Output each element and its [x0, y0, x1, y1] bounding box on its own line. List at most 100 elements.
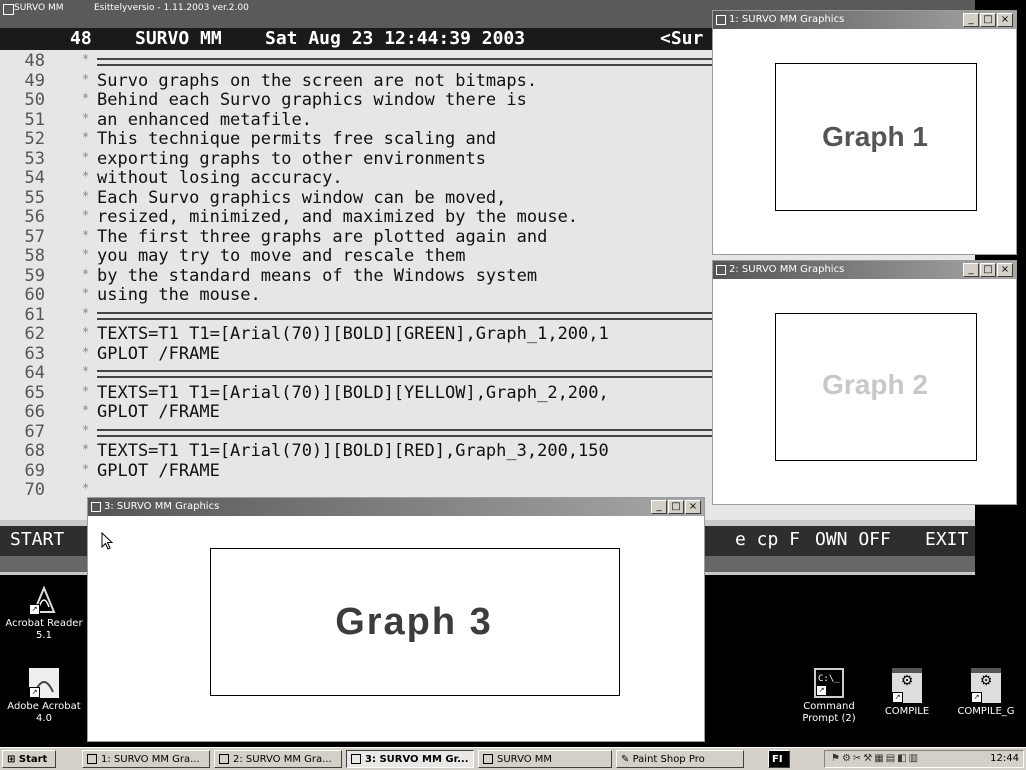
minimize-button[interactable]: _ [963, 263, 979, 277]
window-menu-icon[interactable] [716, 265, 726, 275]
taskbar-button-label: 3: SURVO MM Gr... [365, 754, 469, 765]
desktop-icon-compile-g[interactable]: ⚙ ↗ COMPILE_G [946, 668, 1026, 718]
desktop-icon-command-prompt[interactable]: C:\_ ↗ Command Prompt (2) [789, 668, 869, 725]
control-column-marker: * [82, 286, 90, 300]
window-menu-icon[interactable] [91, 502, 101, 512]
line-number: 49 [24, 70, 45, 91]
language-indicator[interactable]: FI [768, 750, 790, 768]
control-column-marker: * [82, 442, 90, 456]
line-number: 70 [24, 480, 45, 500]
window-menu-icon[interactable] [716, 15, 726, 25]
line-text[interactable]: resized, minimized, and maximized by the… [97, 207, 578, 227]
control-column-marker: * [82, 403, 90, 417]
line-number: 67 [24, 421, 45, 442]
window-icon [351, 754, 361, 764]
line-number: 53 [24, 148, 45, 169]
window-menu-icon[interactable] [3, 4, 14, 15]
survo-version: Esittelyversio - 1.11.2003 ver.2.00 [94, 3, 249, 13]
desktop-icon-adobe-acrobat[interactable]: ↗ Adobe Acrobat 4.0 [4, 668, 84, 725]
line-text[interactable]: using the mouse. [97, 285, 261, 305]
own-off-key[interactable]: OWN OFF [815, 529, 891, 550]
close-button[interactable]: × [997, 263, 1013, 277]
control-column-marker: * [82, 52, 90, 66]
desktop-icon-label: COMPILE [884, 706, 930, 717]
control-column-marker: * [82, 422, 90, 437]
taskbar-button-paint-shop-pro[interactable]: ✎ Paint Shop Pro [616, 750, 744, 768]
control-column-marker: * [82, 481, 90, 495]
control-column-marker: * [82, 130, 90, 144]
taskbar: ⊞ Start 1: SURVO MM Gra... 2: SURVO MM G… [0, 747, 1026, 770]
survo-header-right: <Sur [660, 28, 704, 49]
taskbar-button-graphics-3[interactable]: 3: SURVO MM Gr... [346, 750, 474, 768]
taskbar-button-survo[interactable]: SURVO MM [478, 750, 612, 768]
maximize-button[interactable]: □ [980, 13, 996, 27]
maximize-button[interactable]: □ [980, 263, 996, 277]
line-text[interactable]: an enhanced metafile. [97, 110, 312, 130]
system-tray: ⚑⚙✂⚒▦▤◧▥ 12:44 [824, 750, 1024, 768]
taskbar-button-label: 1: SURVO MM Gra... [101, 754, 200, 765]
line-text[interactable]: GPLOT /FRAME [97, 344, 220, 364]
compile-g-icon: ⚙ ↗ [971, 668, 1001, 703]
control-column-marker: * [82, 227, 90, 242]
line-text[interactable]: TEXTS=T1 T1=[Arial(70)][BOLD][RED],Graph… [97, 441, 609, 461]
line-number: 50 [24, 90, 45, 110]
desktop-icon-label: Adobe Acrobat 4.0 [7, 701, 81, 724]
control-column-marker: * [82, 110, 90, 125]
line-text[interactable]: without losing accuracy. [97, 168, 343, 188]
start-button[interactable]: ⊞ Start [2, 750, 56, 768]
graphics-window-2[interactable]: 2: SURVO MM Graphics _ □ × Graph 2 [712, 260, 1017, 505]
graphics-window-1-titlebar[interactable]: 1: SURVO MM Graphics _ □ × [713, 11, 1016, 29]
line-text[interactable]: TEXTS=T1 T1=[Arial(70)][BOLD][GREEN],Gra… [97, 324, 609, 344]
line-number: 59 [24, 265, 45, 286]
control-column-marker: * [82, 461, 90, 476]
line-text[interactable]: exporting graphs to other environments [97, 149, 486, 169]
maximize-button[interactable]: □ [668, 500, 684, 514]
line-text[interactable]: you may try to move and rescale them [97, 246, 465, 266]
graphics-window-3[interactable]: 3: SURVO MM Graphics _ □ × Graph 3 [87, 497, 705, 742]
control-column-marker: * [82, 383, 90, 398]
minimize-button[interactable]: _ [963, 13, 979, 27]
minimize-button[interactable]: _ [651, 500, 667, 514]
line-number: 62 [24, 324, 45, 344]
line-text[interactable]: by the standard means of the Windows sys… [97, 266, 537, 286]
graphics-window-1[interactable]: 1: SURVO MM Graphics _ □ × Graph 1 [712, 10, 1017, 255]
taskbar-button-graphics-1[interactable]: 1: SURVO MM Gra... [82, 750, 210, 768]
graphics-window-3-titlebar[interactable]: 3: SURVO MM Graphics _ □ × [88, 498, 704, 516]
copy-key[interactable]: e cp F [735, 529, 800, 550]
control-column-marker: * [82, 208, 90, 222]
line-number: 55 [24, 187, 45, 208]
control-column-marker: * [82, 91, 90, 105]
graphics-window-2-titlebar[interactable]: 2: SURVO MM Graphics _ □ × [713, 261, 1016, 279]
control-column-marker: * [82, 169, 90, 183]
line-text[interactable]: Each Survo graphics window can be moved, [97, 188, 506, 208]
survo-header-app: SURVO MM [135, 28, 222, 49]
desktop-icon-label: Command Prompt (2) [802, 701, 856, 724]
line-text[interactable]: This technique permits free scaling and [97, 129, 496, 149]
close-button[interactable]: × [685, 500, 701, 514]
exit-key[interactable]: EXIT [925, 529, 968, 550]
control-column-marker: * [82, 305, 90, 320]
close-button[interactable]: × [997, 13, 1013, 27]
line-number: 51 [24, 109, 45, 130]
line-text[interactable]: GPLOT /FRAME [97, 402, 220, 422]
graph-label: Graph 2 [822, 369, 928, 400]
desktop-icon-acrobat-reader[interactable]: ↗ Acrobat Reader 5.1 [4, 585, 84, 642]
line-text[interactable]: TEXTS=T1 T1=[Arial(70)][BOLD][YELLOW],Gr… [97, 383, 609, 403]
control-column-marker: * [82, 188, 90, 203]
line-text[interactable]: Survo graphs on the screen are not bitma… [97, 71, 537, 91]
graphics-window-title: 1: SURVO MM Graphics [729, 14, 845, 25]
line-text[interactable]: GPLOT /FRAME [97, 461, 220, 481]
line-text[interactable]: Behind each Survo graphics window there … [97, 90, 527, 110]
line-number: 48 [24, 51, 45, 71]
line-text[interactable]: The first three graphs are plotted again… [97, 227, 547, 247]
adobe-acrobat-icon: ↗ [29, 668, 59, 698]
line-number: 66 [24, 402, 45, 422]
control-column-marker: * [82, 325, 90, 339]
taskbar-button-label: Paint Shop Pro [632, 754, 705, 765]
acrobat-reader-icon: ↗ [29, 585, 59, 615]
tray-icons[interactable]: ⚑⚙✂⚒▦▤◧▥ [831, 751, 920, 767]
taskbar-button-graphics-2[interactable]: 2: SURVO MM Gra... [214, 750, 342, 768]
start-key[interactable]: START [10, 529, 64, 550]
desktop-icon-compile[interactable]: ⚙ ↗ COMPILE [867, 668, 947, 718]
graphics-window-title: 2: SURVO MM Graphics [729, 264, 845, 275]
